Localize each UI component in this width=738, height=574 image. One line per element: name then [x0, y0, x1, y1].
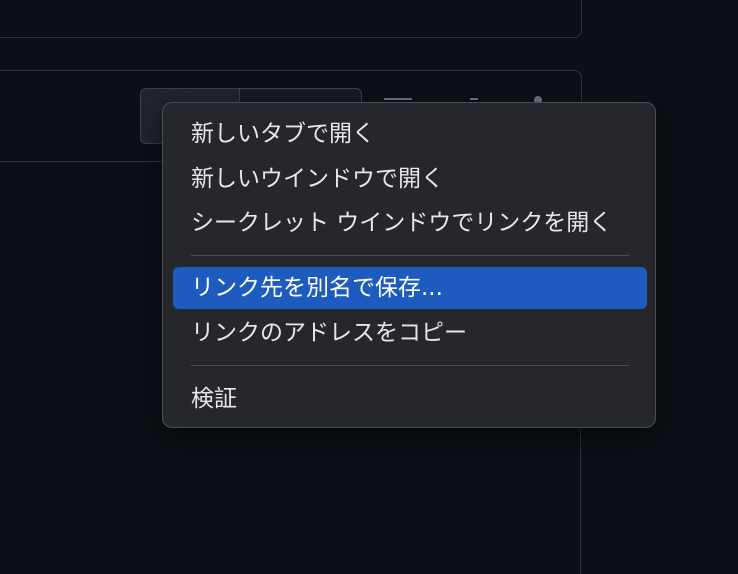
content-card-top — [0, 0, 582, 38]
menu-item-open-new-tab[interactable]: 新しいタブで開く — [173, 113, 647, 155]
menu-item-open-new-window[interactable]: 新しいウインドウで開く — [173, 158, 647, 200]
menu-separator — [191, 365, 629, 366]
context-menu: 新しいタブで開く 新しいウインドウで開く シークレット ウインドウでリンクを開く… — [162, 102, 656, 428]
menu-item-save-link-as[interactable]: リンク先を別名で保存... — [173, 267, 647, 309]
menu-item-inspect[interactable]: 検証 — [173, 378, 647, 420]
menu-item-open-incognito[interactable]: シークレット ウインドウでリンクを開く — [173, 202, 647, 244]
menu-separator — [191, 255, 629, 256]
menu-item-copy-link-address[interactable]: リンクのアドレスをコピー — [173, 312, 647, 354]
page-background: 新しいタブで開く 新しいウインドウで開く シークレット ウインドウでリンクを開く… — [0, 0, 738, 574]
